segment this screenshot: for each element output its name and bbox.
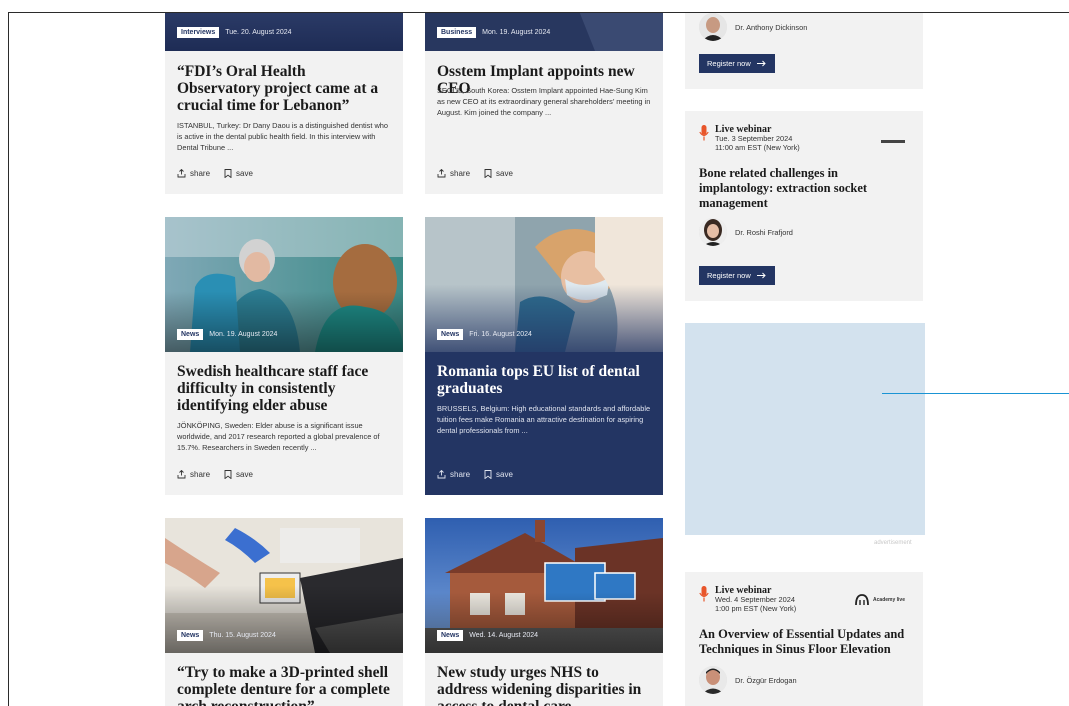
share-icon (437, 470, 446, 479)
article-date: Thu. 15. August 2024 (209, 632, 276, 639)
arrow-right-icon (756, 60, 766, 67)
microphone-icon (699, 125, 709, 141)
save-button[interactable]: save (224, 169, 253, 178)
save-button[interactable]: save (484, 470, 513, 479)
save-button[interactable]: save (224, 470, 253, 479)
advertisement-slot[interactable] (685, 323, 925, 535)
article-image[interactable]: News Thu. 15. August 2024 (165, 518, 403, 653)
speaker-name: Dr. Roshi Frafjord (735, 227, 793, 237)
article-excerpt: JÖNKÖPING, Sweden: Elder abuse is a sign… (177, 421, 380, 452)
sponsor-logo (881, 140, 905, 143)
category-badge[interactable]: News (177, 329, 204, 340)
category-badge[interactable]: News (437, 329, 464, 340)
category-badge[interactable]: News (437, 630, 464, 641)
article-excerpt: ISTANBUL, Turkey: Dr Dany Daou is a dist… (177, 121, 389, 152)
article-date: Mon. 19. August 2024 (482, 29, 551, 36)
article-card[interactable]: Interviews Tue. 20. August 2024 “FDI’s O… (165, 13, 403, 194)
article-image[interactable]: Interviews Tue. 20. August 2024 (165, 13, 403, 51)
speaker-avatar (699, 218, 727, 246)
article-card-featured[interactable]: News Fri. 16. August 2024 Romania tops E… (425, 217, 663, 495)
article-excerpt: SEOUL, South Korea: Osstem Implant appoi… (437, 86, 651, 117)
academy-logo-icon (855, 594, 869, 606)
article-excerpt: BRUSSELS, Belgium: High educational stan… (437, 404, 651, 435)
bookmark-icon (224, 169, 232, 178)
share-button[interactable]: share (177, 470, 210, 479)
register-button[interactable]: Register now (699, 266, 775, 285)
share-icon (437, 169, 446, 178)
speaker-name: Dr. Anthony Dickinson (735, 22, 808, 32)
article-title[interactable]: Romania tops EU list of dental graduates (437, 363, 651, 397)
register-button[interactable]: Register now (699, 54, 775, 73)
category-badge[interactable]: Interviews (177, 27, 220, 38)
article-card[interactable]: News Thu. 15. August 2024 “Try to make a… (165, 518, 403, 706)
webinar-time: 1:00 pm EST (New York) (715, 603, 797, 613)
bookmark-icon (484, 470, 492, 479)
arrow-right-icon (756, 272, 766, 279)
webinar-card[interactable]: Live webinar Wed. 4 September 2024 1:00 … (685, 572, 923, 706)
article-date: Mon. 19. August 2024 (209, 331, 278, 338)
speaker-avatar (699, 13, 727, 41)
speaker-name: Dr. Özgür Erdogan (735, 675, 797, 685)
article-date: Tue. 20. August 2024 (225, 29, 292, 36)
microphone-icon (699, 586, 709, 602)
article-date: Fri. 16. August 2024 (469, 331, 532, 338)
share-button[interactable]: share (437, 470, 470, 479)
category-badge[interactable]: Business (437, 27, 477, 38)
bookmark-icon (224, 470, 232, 479)
bookmark-icon (484, 169, 492, 178)
webinar-card[interactable]: Dr. Anthony Dickinson Register now (685, 13, 923, 89)
article-date: Wed. 14. August 2024 (469, 632, 539, 639)
speaker-avatar (699, 666, 727, 694)
webinar-time: 11:00 am EST (New York) (715, 142, 800, 152)
advertisement-label: advertisement (874, 540, 912, 546)
webinar-card[interactable]: Live webinar Tue. 3 September 2024 11:00… (685, 111, 923, 301)
share-icon (177, 169, 186, 178)
ad-connector-line (882, 393, 1069, 394)
page-frame: Interviews Tue. 20. August 2024 “FDI’s O… (8, 12, 1069, 706)
article-title[interactable]: “Try to make a 3D-printed shell complete… (177, 664, 391, 706)
sponsor-logo: Academy live (855, 594, 905, 606)
category-badge[interactable]: News (177, 630, 204, 641)
webinar-title[interactable]: An Overview of Essential Updates and Tec… (699, 627, 909, 657)
article-card[interactable]: Business Mon. 19. August 2024 Osstem Imp… (425, 13, 663, 194)
article-title[interactable]: New study urges NHS to address widening … (437, 664, 651, 706)
article-title[interactable]: “FDI’s Oral Health Observatory project c… (177, 63, 391, 114)
share-button[interactable]: share (177, 169, 210, 178)
article-card[interactable]: News Wed. 14. August 2024 New study urge… (425, 518, 663, 706)
share-button[interactable]: share (437, 169, 470, 178)
article-card[interactable]: News Mon. 19. August 2024 Swedish health… (165, 217, 403, 495)
article-image[interactable]: News Fri. 16. August 2024 (425, 217, 663, 352)
article-image[interactable]: News Mon. 19. August 2024 (165, 217, 403, 352)
webinar-title[interactable]: Bone related challenges in implantology:… (699, 166, 909, 211)
article-image[interactable]: News Wed. 14. August 2024 (425, 518, 663, 653)
article-image[interactable]: Business Mon. 19. August 2024 (425, 13, 663, 51)
save-button[interactable]: save (484, 169, 513, 178)
share-icon (177, 470, 186, 479)
article-title[interactable]: Swedish healthcare staff face difficulty… (177, 363, 391, 414)
